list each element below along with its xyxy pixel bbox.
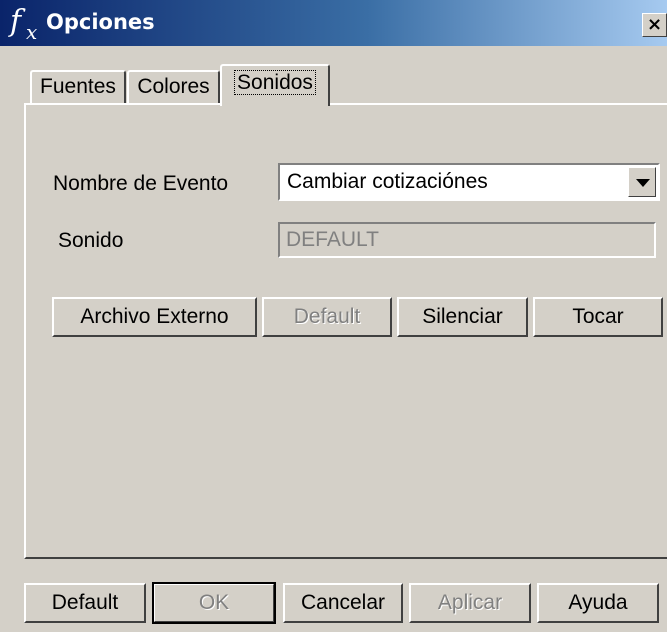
tab-label: Sonidos [234, 70, 316, 95]
footer-default-button[interactable]: Default [24, 583, 146, 623]
external-file-button[interactable]: Archivo Externo [52, 297, 257, 337]
default-sound-button[interactable]: Default [262, 297, 392, 337]
mute-button[interactable]: Silenciar [397, 297, 528, 337]
tab-colores[interactable]: Colores [127, 70, 220, 104]
tab-sonidos[interactable]: Sonidos [220, 64, 330, 106]
cancel-button[interactable]: Cancelar [283, 583, 403, 623]
close-button[interactable]: × [642, 13, 667, 37]
play-button[interactable]: Tocar [533, 297, 663, 337]
fx-icon: fx [10, 4, 38, 44]
sound-input[interactable] [280, 224, 654, 256]
tab-label: Fuentes [40, 75, 116, 98]
apply-button[interactable]: Aplicar [409, 583, 531, 623]
chevron-down-icon[interactable] [628, 167, 656, 197]
help-button[interactable]: Ayuda [537, 583, 659, 623]
event-name-select[interactable]: Cambiar cotizaciónes [278, 163, 660, 201]
event-name-value: Cambiar cotizaciónes [287, 170, 488, 193]
ok-button[interactable]: OK [152, 582, 276, 624]
sound-field[interactable] [278, 222, 656, 258]
tab-label: Colores [137, 75, 210, 98]
window-title: Opciones [46, 10, 155, 34]
sound-label: Sonido [58, 229, 124, 252]
title-bar[interactable]: fx Opciones × [0, 0, 667, 46]
tab-fuentes[interactable]: Fuentes [30, 70, 126, 104]
event-name-label: Nombre de Evento [53, 172, 229, 195]
close-icon: × [646, 14, 663, 35]
